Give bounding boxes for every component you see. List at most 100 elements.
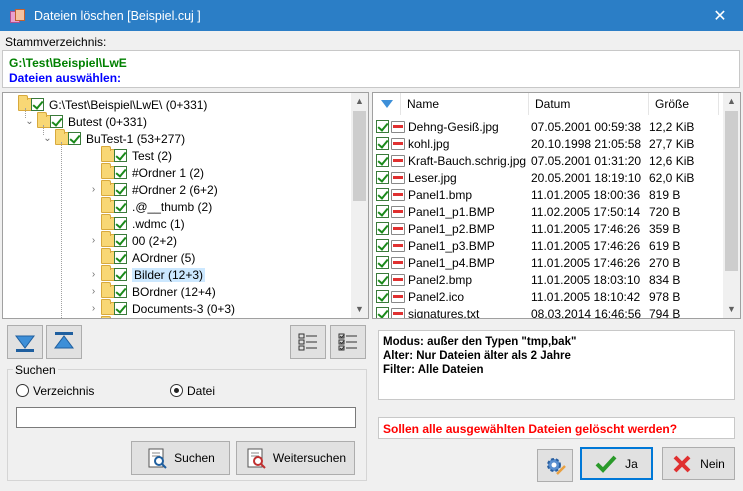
collapse-all-button[interactable] [46,325,82,359]
file-row[interactable]: Leser.jpg 20.05.2001 18:19:10 62,0 KiB [373,169,719,186]
tree-checkbox[interactable] [114,285,127,298]
scroll-down-icon[interactable]: ▼ [351,301,368,318]
file-row[interactable]: Kraft-Bauch.schrig.jpg 07.05.2001 01:31:2… [373,152,719,169]
tree-item[interactable]: › Documents-3 (0+3) [61,299,235,317]
file-checkbox[interactable] [376,188,389,201]
tree-item[interactable]: › 00 (2+2) [61,231,177,249]
file-checkbox[interactable] [376,307,389,318]
file-row[interactable]: Panel1_p3.BMP 11.01.2005 17:46:26 619 B [373,237,719,254]
radio-directory[interactable] [16,384,29,397]
tree-scrollbar[interactable]: ▲ ▼ [351,93,368,318]
file-checkbox[interactable] [376,222,389,235]
chevron-icon[interactable]: › [89,269,98,280]
file-row[interactable]: Panel2.bmp 11.01.2005 18:03:10 834 B [373,271,719,288]
file-checkbox[interactable] [376,120,389,133]
tree-checkbox[interactable] [114,251,127,264]
select-all-button[interactable] [290,325,326,359]
tree-item-label: #Ordner 2 (6+2) [132,182,218,197]
file-checkbox[interactable] [376,290,389,303]
tree-checkbox[interactable] [114,234,127,247]
file-row[interactable]: Panel1.bmp 11.01.2005 18:00:36 819 B [373,186,719,203]
no-button[interactable]: Nein [662,447,735,480]
scroll-down-icon[interactable]: ▼ [723,301,740,318]
tree-item[interactable]: .@__thumb (2) [61,197,212,215]
list-icon [298,333,317,351]
tree-item[interactable]: .wdmc (1) [61,214,185,232]
tree-checkbox[interactable] [114,302,127,315]
tree-item[interactable]: Test (2) [61,146,172,164]
file-name: Leser.jpg [408,170,457,185]
chevron-icon[interactable]: › [89,235,98,246]
tree-item[interactable]: ⌄ BuTest-1 (53+277) [43,129,185,147]
file-row[interactable]: kohl.jpg 20.10.1998 21:05:58 27,7 KiB [373,135,719,152]
file-list[interactable]: Name Datum Größe Dehng-Gesiß.jpg 07.05.20… [372,92,741,319]
tree-item[interactable]: › BOrdner (12+4) [61,282,216,300]
file-checkbox[interactable] [376,239,389,252]
root-label: Stammverzeichnis: [5,35,107,49]
tree-checkbox[interactable] [114,183,127,196]
tree-item[interactable]: › Bilder (12+3) [61,265,206,283]
question-box: Sollen alle ausgewählten Dateien gelösch… [378,417,735,439]
scroll-thumb[interactable] [725,111,738,271]
tree-item[interactable]: ›Eigene Dateien (2+79) [61,316,252,318]
file-row[interactable]: Panel2.ico 11.01.2005 18:10:42 978 B [373,288,719,305]
tree-item[interactable]: › #Ordner 2 (6+2) [61,180,218,198]
file-checkbox[interactable] [376,273,389,286]
tree-item[interactable]: #Ordner 1 (2) [61,163,205,181]
column-date[interactable]: Datum [529,93,649,115]
tree-item[interactable]: G:\Test\Beispiel\LwE\ (0+331) [6,95,207,113]
tree-checkbox[interactable] [68,132,81,145]
file-row[interactable]: Panel1_p4.BMP 11.01.2005 17:46:26 270 B [373,254,719,271]
file-checkbox[interactable] [376,256,389,269]
expand-all-button[interactable] [7,325,43,359]
yes-button[interactable]: Ja [580,447,653,480]
search-next-button[interactable]: Weitersuchen [236,441,355,475]
search-button[interactable]: Suchen [131,441,230,475]
check-all-button[interactable] [330,325,366,359]
close-icon[interactable]: ✕ [697,0,743,31]
radio-directory-label[interactable]: Verzeichnis [33,384,94,398]
scroll-thumb[interactable] [353,111,366,201]
tree-item-label: #Ordner 1 (2) [132,165,205,180]
scroll-up-icon[interactable]: ▲ [351,93,368,110]
tree-item[interactable]: AOrdner (5) [61,248,196,266]
tree-checkbox[interactable] [114,149,127,162]
file-name: Panel1_p1.BMP [408,204,495,219]
file-size: 819 B [649,187,681,202]
info-box: Modus: außer den Typen "tmp,bak" Alter: … [378,330,735,400]
file-row[interactable]: Panel1_p2.BMP 11.01.2005 17:46:26 359 B [373,220,719,237]
sort-icon[interactable] [373,93,401,115]
tree-checkbox[interactable] [50,115,63,128]
file-row[interactable]: signatures.txt 08.03.2014 16:46:56 794 B [373,305,719,318]
settings-button[interactable] [537,449,573,482]
radio-file[interactable] [170,384,183,397]
tree-item-label: AOrdner (5) [132,250,196,265]
radio-file-label[interactable]: Datei [187,384,215,398]
chevron-icon[interactable]: › [89,286,98,297]
select-files-label: Dateien auswählen: [9,71,122,85]
file-checkbox[interactable] [376,171,389,184]
file-size: 62,0 KiB [649,170,695,185]
file-name: Dehng-Gesiß.jpg [408,119,499,134]
file-row[interactable]: Dehng-Gesiß.jpg 07.05.2001 00:59:38 12,2 K… [373,118,719,135]
column-size[interactable]: Größe [649,93,719,115]
chevron-icon[interactable]: ⌄ [25,116,34,127]
tree-checkbox[interactable] [114,268,127,281]
chevron-icon[interactable]: › [89,303,98,314]
file-checkbox[interactable] [376,154,389,167]
chevron-icon[interactable]: ⌄ [43,133,52,144]
files-scrollbar[interactable]: ▲ ▼ [723,93,740,318]
column-name[interactable]: Name [401,93,529,115]
file-row[interactable]: Panel1_p1.BMP 11.02.2005 17:50:14 720 B [373,203,719,220]
search-input[interactable] [16,407,356,428]
file-size: 12,2 KiB [649,119,695,134]
tree-checkbox[interactable] [114,166,127,179]
tree-checkbox[interactable] [114,200,127,213]
tree-checkbox[interactable] [31,98,44,111]
folder-tree[interactable]: ›Eigene Dateien (2+79)›Documents-3 (0+3)… [2,92,369,319]
scroll-up-icon[interactable]: ▲ [723,93,740,110]
file-checkbox[interactable] [376,137,389,150]
file-checkbox[interactable] [376,205,389,218]
tree-checkbox[interactable] [114,217,127,230]
chevron-icon[interactable]: › [89,184,98,195]
